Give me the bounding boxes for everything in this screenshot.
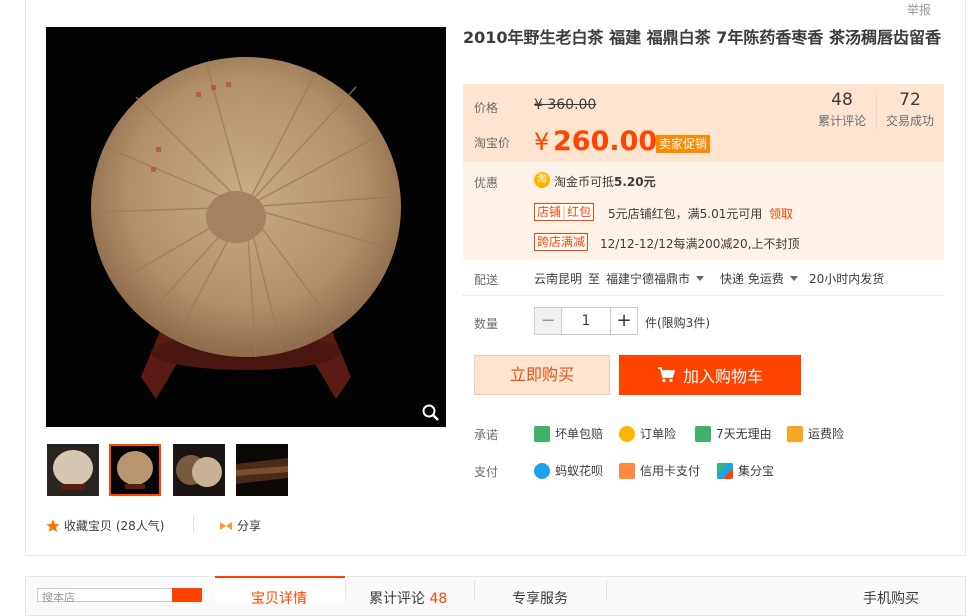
favorite-button[interactable]: 收藏宝贝 (28人气) [46, 517, 164, 534]
chevron-down-icon [696, 276, 705, 281]
sales-count: 72 [899, 90, 921, 110]
share-label: 分享 [237, 519, 262, 533]
main-product-image[interactable] [46, 27, 446, 427]
thumbnail-image [173, 444, 225, 496]
promise-item[interactable]: 订单险 [619, 425, 676, 442]
coin-discount-text: 淘金币可抵5.20元 [554, 175, 656, 189]
buy-now-button[interactable]: 立即购买 [474, 355, 610, 395]
taobao-price-label: 淘宝价 [474, 136, 511, 150]
quantity-limit: 件(限购3件) [645, 316, 710, 330]
shop-redpacket-tag: 店铺|红包 [534, 203, 595, 221]
promo-badge: 卖家促销 [656, 135, 711, 153]
add-to-cart-label: 加入购物车 [682, 367, 763, 386]
discount-label: 优惠 [474, 176, 499, 190]
payment-item[interactable]: 蚂蚁花呗 [534, 462, 603, 479]
sales-stat: 72 交易成功 [876, 90, 944, 129]
shipping-label: 配送 [474, 273, 499, 287]
favorite-label: 收藏宝贝 (28人气) [64, 519, 165, 533]
thumbnail-image [111, 446, 159, 494]
tab-mobile-buy[interactable]: 手机购买 [863, 588, 919, 608]
quantity-label: 数量 [474, 317, 499, 331]
divider [463, 295, 944, 296]
payment-item[interactable]: 信用卡支付 [619, 462, 700, 479]
divider [345, 580, 346, 600]
product-title: 2010年野生老白茶 福建 福鼎白茶 7年陈药香枣香 茶汤稠唇齿留香 [463, 28, 941, 47]
jifenbao-icon [717, 462, 733, 479]
promise-item[interactable]: 7天无理由 [695, 425, 772, 442]
sales-label: 交易成功 [885, 114, 934, 128]
ship-from: 云南昆明 [534, 272, 583, 286]
cross-store-tag: 跨店满减 [534, 233, 589, 251]
tab-services[interactable]: 专享服务 [512, 588, 568, 608]
huabei-icon [534, 462, 550, 479]
shipping-route: 云南昆明 至 [534, 270, 600, 287]
promise-item[interactable]: 运费险 [787, 425, 844, 442]
ship-method: 快递 免运费 [720, 272, 784, 286]
zoom-icon[interactable] [421, 403, 441, 423]
tab-details[interactable]: 宝贝详情 [251, 588, 307, 608]
divider [606, 580, 607, 600]
share-icon [220, 521, 232, 530]
payment-label: 支付 [474, 465, 499, 479]
cross-store-text: 12/12-12/12每满200减20,上不封顶 [600, 237, 800, 251]
price-label: 价格 [474, 101, 499, 115]
review-stat[interactable]: 48 累计评论 [808, 90, 876, 129]
thumbnail-3[interactable] [173, 444, 225, 496]
payment-item[interactable]: 集分宝 [717, 462, 774, 479]
original-price: ¥ 360.00 [534, 97, 597, 113]
quantity-stepper: − 1 + [534, 307, 638, 335]
taojinbi-icon: 淘 [534, 172, 550, 188]
sun-icon [619, 425, 635, 442]
thumbnail-2[interactable] [109, 444, 161, 496]
seven-day-icon [695, 425, 711, 442]
divider [474, 580, 475, 600]
cart-icon [657, 367, 675, 383]
promise-label: 承诺 [474, 428, 499, 442]
thumbnail-image [236, 444, 288, 496]
shop-redpacket-text: 5元店铺红包，满5.01元可用 [608, 207, 763, 221]
review-label: 累计评论 [817, 114, 866, 128]
quantity-plus-button[interactable]: + [610, 307, 638, 335]
review-count: 48 [831, 90, 853, 110]
currency-symbol: ¥ [534, 128, 550, 156]
thumbnail-image [47, 444, 99, 496]
dispatch-time: 20小时内发货 [809, 272, 885, 286]
tab-reviews[interactable]: 累计评论 48 [369, 588, 447, 608]
current-price: 260.00 [553, 126, 658, 157]
ship-to-word: 至 [588, 272, 601, 286]
freight-insurance-icon [787, 425, 803, 442]
ship-destination: 福建宁德福鼎市 [606, 272, 691, 286]
quantity-minus-button[interactable]: − [534, 307, 562, 335]
thumbnail-4[interactable] [236, 444, 288, 496]
thumbnail-1[interactable] [47, 444, 99, 496]
shield-icon [534, 425, 550, 442]
ship-destination-select[interactable]: 福建宁德福鼎市 [606, 270, 705, 287]
chevron-down-icon [789, 276, 798, 281]
add-to-cart-button[interactable]: 加入购物车 [619, 355, 801, 395]
claim-link[interactable]: 领取 [769, 205, 793, 222]
quantity-input[interactable]: 1 [562, 307, 610, 335]
star-icon [46, 519, 60, 532]
credit-card-icon [619, 462, 635, 479]
shop-search-button[interactable] [172, 588, 202, 602]
ship-method-select[interactable]: 快递 免运费 [720, 270, 798, 287]
divider [193, 516, 194, 532]
shop-search-input[interactable]: 搜本店 [37, 588, 173, 604]
promise-item[interactable]: 坏单包赔 [534, 425, 603, 442]
share-button[interactable]: 分享 [219, 517, 261, 534]
tea-cake-image [46, 27, 446, 427]
